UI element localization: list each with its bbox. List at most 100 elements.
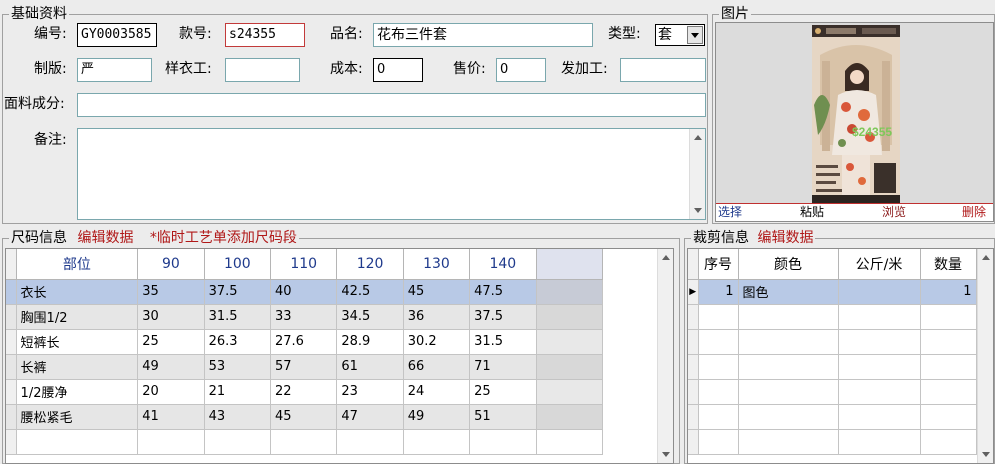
- scroll-down-icon[interactable]: [662, 452, 670, 457]
- table-cell[interactable]: 66: [403, 354, 471, 380]
- cutting-col-weight[interactable]: 公斤/米: [838, 249, 921, 280]
- table-cell[interactable]: 31.5: [469, 329, 537, 355]
- blurred-cell[interactable]: [536, 354, 603, 380]
- table-cell[interactable]: [920, 404, 977, 430]
- table-cell[interactable]: 胸围1/2: [16, 304, 139, 330]
- table-cell[interactable]: 41: [137, 404, 205, 430]
- table-cell[interactable]: [838, 404, 921, 430]
- note-scrollbar[interactable]: [689, 129, 705, 219]
- table-cell[interactable]: [738, 404, 839, 430]
- table-cell[interactable]: 42.5: [336, 279, 404, 305]
- table-row[interactable]: 衣长 35 37.5 40 42.5 45 47.5: [6, 279, 603, 305]
- table-cell[interactable]: [336, 429, 404, 455]
- table-cell[interactable]: [920, 379, 977, 405]
- blurred-cell[interactable]: [536, 429, 603, 455]
- cost-field[interactable]: 0: [373, 58, 423, 82]
- table-cell[interactable]: [738, 304, 839, 330]
- table-row[interactable]: [688, 354, 977, 380]
- table-cell[interactable]: [838, 279, 921, 305]
- cutting-table-scrollbar[interactable]: [977, 249, 993, 463]
- table-cell[interactable]: 71: [469, 354, 537, 380]
- table-cell[interactable]: [920, 329, 977, 355]
- table-cell[interactable]: [920, 304, 977, 330]
- product-photo-box[interactable]: $24355 选择 粘贴 浏览 删除: [715, 22, 994, 222]
- size-table-scrollbar[interactable]: [657, 249, 673, 463]
- table-row[interactable]: 腰松紧毛 41 43 45 47 49 51: [6, 404, 603, 430]
- size-col-100[interactable]: 100: [204, 249, 272, 280]
- size-col-140[interactable]: 140: [469, 249, 537, 280]
- table-cell[interactable]: 短裤长: [16, 329, 139, 355]
- table-cell[interactable]: 33: [270, 304, 338, 330]
- table-cell[interactable]: [738, 379, 839, 405]
- table-cell[interactable]: 43: [204, 404, 272, 430]
- table-cell[interactable]: 30.2: [403, 329, 471, 355]
- table-cell[interactable]: 腰松紧毛: [16, 404, 139, 430]
- table-cell[interactable]: 35: [137, 279, 205, 305]
- table-cell[interactable]: 24: [403, 379, 471, 405]
- photo-paste-button[interactable]: 粘贴: [800, 204, 824, 221]
- photo-select-button[interactable]: 选择: [718, 204, 742, 221]
- blurred-cell[interactable]: [536, 379, 603, 405]
- table-row[interactable]: ▶ 1 图色 1: [688, 279, 977, 305]
- table-cell[interactable]: [838, 329, 921, 355]
- scroll-down-icon[interactable]: [694, 208, 702, 213]
- table-cell[interactable]: [698, 304, 739, 330]
- price-field[interactable]: 0: [496, 58, 546, 82]
- table-row[interactable]: [688, 429, 977, 455]
- table-cell[interactable]: 36: [403, 304, 471, 330]
- blurred-cell[interactable]: [536, 329, 603, 355]
- table-cell[interactable]: 37.5: [204, 279, 272, 305]
- size-col-110[interactable]: 110: [270, 249, 338, 280]
- table-cell[interactable]: [838, 379, 921, 405]
- blurred-cell[interactable]: [536, 404, 603, 430]
- style-no-field[interactable]: s24355: [225, 23, 305, 47]
- table-cell[interactable]: [738, 329, 839, 355]
- table-cell[interactable]: 23: [336, 379, 404, 405]
- fabric-field[interactable]: [77, 93, 706, 117]
- sample-worker-field[interactable]: [225, 58, 300, 82]
- cutting-col-index[interactable]: 序号: [698, 249, 739, 280]
- table-cell[interactable]: 25: [137, 329, 205, 355]
- table-cell[interactable]: 53: [204, 354, 272, 380]
- scroll-down-icon[interactable]: [982, 452, 990, 457]
- table-cell[interactable]: 49: [403, 404, 471, 430]
- code-field[interactable]: GY0003585: [77, 23, 157, 47]
- size-edit-link[interactable]: 编辑数据: [77, 230, 133, 246]
- table-cell[interactable]: 47: [336, 404, 404, 430]
- table-cell[interactable]: 1: [920, 279, 977, 305]
- type-select[interactable]: 套: [655, 24, 705, 46]
- chevron-down-icon[interactable]: [687, 26, 703, 44]
- note-textarea[interactable]: [77, 128, 706, 220]
- pattern-field[interactable]: 严: [77, 58, 152, 82]
- table-cell[interactable]: [698, 329, 739, 355]
- blurred-cell[interactable]: [536, 304, 603, 330]
- table-cell[interactable]: [838, 429, 921, 455]
- table-row[interactable]: 短裤长 25 26.3 27.6 28.9 30.2 31.5: [6, 329, 603, 355]
- temp-size-note[interactable]: *临时工艺单添加尺码段: [150, 230, 297, 246]
- table-cell[interactable]: 45: [403, 279, 471, 305]
- table-cell[interactable]: [137, 429, 205, 455]
- table-cell[interactable]: [698, 379, 739, 405]
- table-cell[interactable]: 25: [469, 379, 537, 405]
- table-cell[interactable]: 49: [137, 354, 205, 380]
- table-cell[interactable]: [204, 429, 272, 455]
- table-cell[interactable]: [920, 429, 977, 455]
- table-row[interactable]: [688, 329, 977, 355]
- table-cell[interactable]: 57: [270, 354, 338, 380]
- table-cell[interactable]: [698, 404, 739, 430]
- table-row[interactable]: [6, 429, 603, 455]
- table-row[interactable]: [688, 304, 977, 330]
- photo-delete-button[interactable]: 删除: [962, 204, 986, 221]
- table-cell[interactable]: 45: [270, 404, 338, 430]
- table-cell[interactable]: 37.5: [469, 304, 537, 330]
- cutting-col-qty[interactable]: 数量: [920, 249, 977, 280]
- table-cell[interactable]: [698, 429, 739, 455]
- table-cell[interactable]: [738, 429, 839, 455]
- cutting-col-color[interactable]: 颜色: [738, 249, 839, 280]
- table-cell[interactable]: [838, 304, 921, 330]
- table-cell[interactable]: 图色: [738, 279, 839, 305]
- table-cell[interactable]: 47.5: [469, 279, 537, 305]
- table-cell[interactable]: [698, 354, 739, 380]
- table-row[interactable]: 1/2腰净 20 21 22 23 24 25: [6, 379, 603, 405]
- table-row[interactable]: 胸围1/2 30 31.5 33 34.5 36 37.5: [6, 304, 603, 330]
